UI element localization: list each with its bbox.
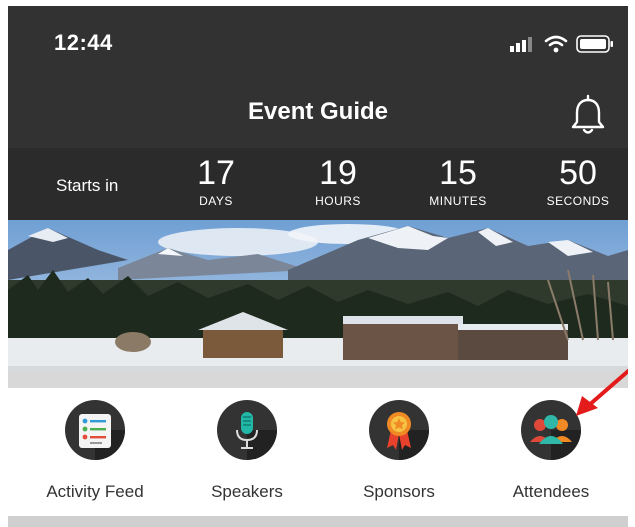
battery-icon [576, 35, 613, 53]
countdown-seconds: 50 SECONDS [528, 154, 628, 208]
annotation-arrow-icon [576, 368, 628, 416]
shortcut-label: Attendees [512, 482, 590, 501]
award-ribbon-icon [369, 400, 429, 460]
wifi-icon [544, 35, 568, 53]
section-divider [8, 370, 628, 388]
title-bar: Event Guide [8, 86, 628, 148]
countdown-value: 15 [439, 154, 477, 192]
countdown-minutes: 15 MINUTES [408, 154, 508, 208]
notification-bell-icon[interactable] [568, 94, 608, 138]
shortcut-sponsors[interactable]: Sponsors [324, 400, 474, 502]
activity-feed-icon [65, 400, 125, 460]
countdown-unit-label: MINUTES [429, 194, 487, 208]
shortcut-activity-feed[interactable]: Activity Feed [20, 400, 170, 502]
countdown-unit-label: HOURS [315, 194, 361, 208]
status-icons [510, 32, 614, 56]
countdown-unit-label: SECONDS [546, 194, 610, 208]
shortcut-label: Sponsors [363, 482, 435, 501]
shortcut-speakers[interactable]: Speakers [172, 400, 322, 502]
page-title: Event Guide [247, 98, 389, 125]
shortcut-label: Activity Feed [46, 482, 144, 501]
countdown-bar: Starts in 17 DAYS 19 HOURS 15 MINUTES 50… [8, 148, 628, 220]
event-banner-image [8, 220, 628, 386]
countdown-value: 50 [559, 154, 597, 192]
app-screen: 12:44 Event Guide Starts in 17 DAYS 19 H… [8, 6, 628, 527]
cellular-signal-icon [510, 37, 532, 52]
shortcut-label: Speakers [211, 482, 283, 501]
countdown-days: 17 DAYS [166, 154, 266, 208]
microphone-icon [217, 400, 277, 460]
bottom-divider [8, 516, 628, 527]
countdown-value: 19 [319, 154, 357, 192]
status-time: 12:44 [54, 30, 113, 55]
countdown-label: Starts in [56, 176, 119, 195]
shortcut-grid: Activity Feed Speakers Sponsors Attendee… [8, 388, 628, 516]
countdown-unit-label: DAYS [199, 194, 233, 208]
status-bar: 12:44 [8, 6, 628, 86]
countdown-hours: 19 HOURS [288, 154, 388, 208]
countdown-value: 17 [197, 154, 235, 192]
